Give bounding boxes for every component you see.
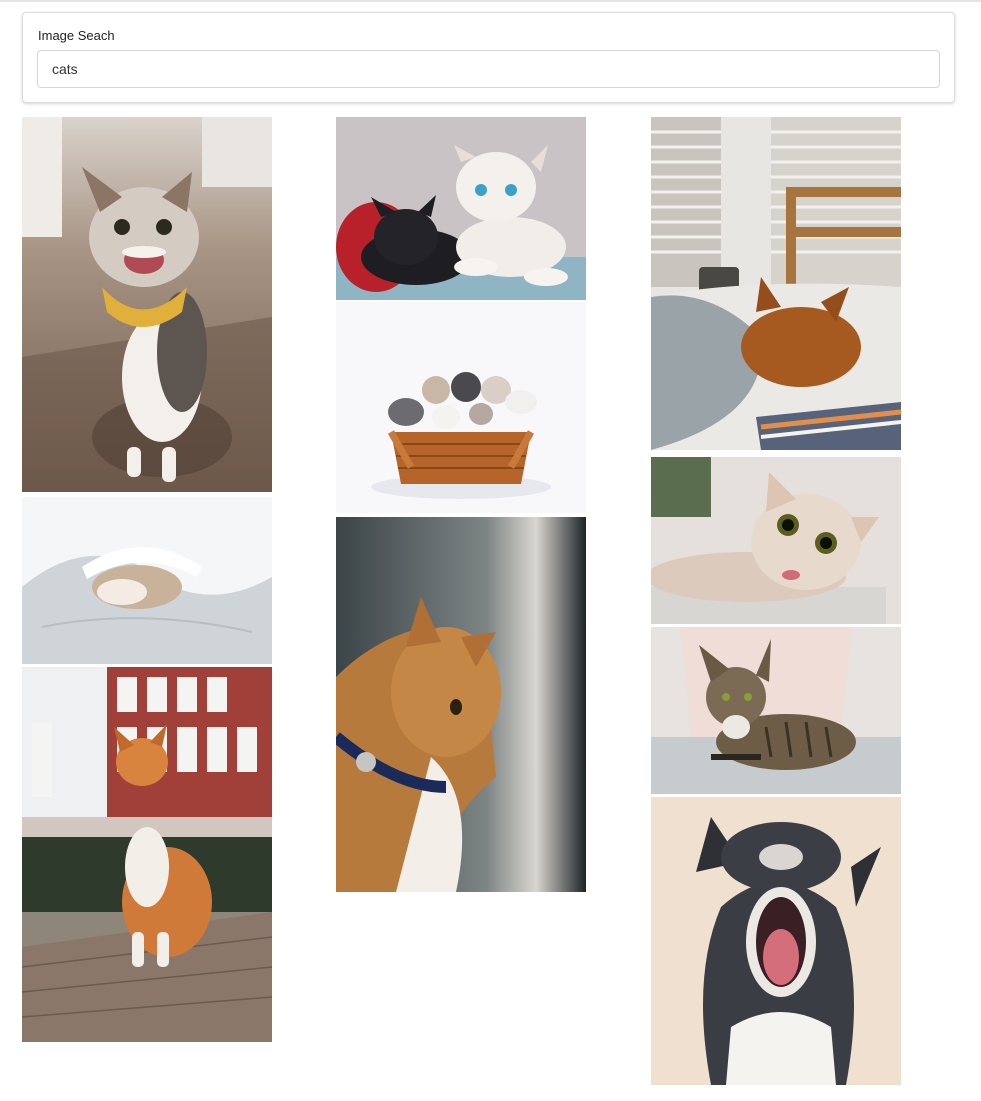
- image-tile-surprised-cat[interactable]: [651, 457, 901, 624]
- cat-photo: [651, 457, 901, 624]
- image-tile-tabby-cat-sofa[interactable]: [651, 627, 901, 794]
- cat-photo: [336, 517, 586, 892]
- search-label: Image Seach: [38, 28, 115, 43]
- cat-photo: [22, 117, 272, 492]
- image-tile-orange-cat-street[interactable]: [22, 667, 272, 1042]
- top-divider: [0, 0, 981, 2]
- search-card: Image Seach: [22, 12, 955, 103]
- cat-photo: [651, 627, 901, 794]
- cat-photo: [22, 667, 272, 1042]
- cat-photo: [651, 117, 901, 450]
- cat-photo: [651, 797, 901, 1085]
- image-tile-kittens-cuddling[interactable]: [336, 117, 586, 300]
- image-tile-cat-duvet[interactable]: [22, 497, 272, 664]
- image-tile-kittens-basket[interactable]: [336, 302, 586, 513]
- cat-photo: [336, 117, 586, 300]
- image-tile-cat-bandana[interactable]: [22, 117, 272, 492]
- cat-photo: [22, 497, 272, 664]
- search-input[interactable]: [37, 50, 940, 88]
- image-tile-ginger-cat-sleeping[interactable]: [651, 117, 901, 450]
- image-tile-orange-cat-collar[interactable]: [336, 517, 586, 892]
- cat-photo: [336, 302, 586, 513]
- image-tile-cat-yawning[interactable]: [651, 797, 901, 1085]
